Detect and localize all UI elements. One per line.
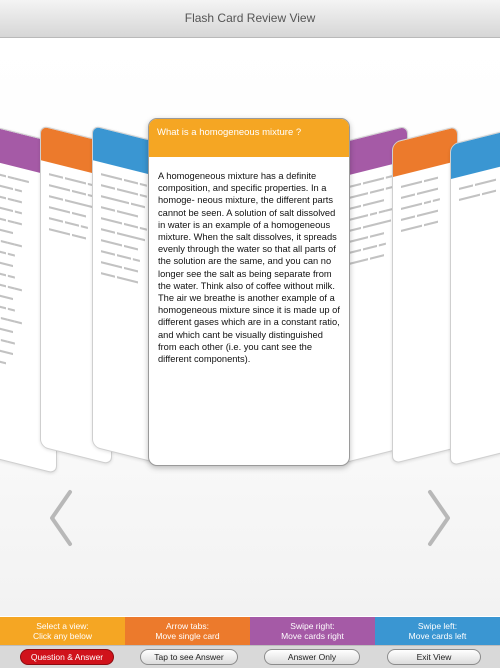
window-title: Flash Card Review View: [184, 11, 316, 25]
legend-line2: Click any below: [32, 631, 93, 641]
instruction-legend: Select a view: Click any below Arrow tab…: [0, 617, 500, 645]
main-flash-card[interactable]: What is a homogeneous mixture ? A homoge…: [148, 118, 350, 466]
card-question: What is a homogeneous mixture ?: [149, 119, 349, 157]
side-card-right-3[interactable]: ▬▬ ▬▬▬ ▬▬▬ ▬▬: [450, 123, 500, 467]
side-card-right-2[interactable]: ▬▬▬ ▬▬ ▬▬ ▬▬▬ ▬▬▬ ▬ ▬ ▬▬ ▬▬▬ ▬▬▬ ▬▬: [392, 125, 458, 465]
legend-line1: Swipe right:: [290, 621, 335, 631]
legend-swipe-left: Swipe left: Move cards left: [375, 617, 500, 645]
chevron-right-icon[interactable]: [424, 488, 454, 548]
view-mode-bar: Question & Answer Tap to see Answer Answ…: [0, 645, 500, 668]
legend-line1: Select a view:: [36, 621, 89, 631]
card-answer: A homogeneous mixture has a definite com…: [158, 171, 340, 365]
legend-arrow-tabs: Arrow tabs: Move single card: [125, 617, 250, 645]
card-carousel[interactable]: ▬▬ ▬ ▬▬ ▬▬▬▬ ▬ ▬▬ ▬▬ ▬▬ ▬ ▬ ▬▬ ▬▬ ▬▬▬ ▬ ▬▬ ▬▬ ▬ …: [0, 38, 500, 616]
chevron-left-icon[interactable]: [46, 488, 76, 548]
side-card-text: ▬▬▬ ▬▬ ▬▬ ▬▬▬ ▬▬▬ ▬ ▬ ▬▬ ▬▬▬ ▬▬▬ ▬▬: [401, 173, 440, 234]
exit-view-button[interactable]: Exit View: [387, 649, 481, 665]
legend-line2: Move cards right: [281, 631, 344, 641]
legend-line1: Arrow tabs:: [166, 621, 209, 631]
legend-line2: Move cards left: [408, 631, 467, 641]
legend-select-view: Select a view: Click any below: [0, 617, 125, 645]
legend-line1: Swipe left:: [417, 621, 458, 631]
answer-only-button[interactable]: Answer Only: [264, 649, 360, 665]
question-answer-button[interactable]: Question & Answer: [20, 649, 114, 665]
title-bar: Flash Card Review View: [0, 0, 500, 38]
tap-to-see-answer-button[interactable]: Tap to see Answer: [140, 649, 238, 665]
legend-swipe-right: Swipe right: Move cards right: [250, 617, 375, 645]
legend-line2: Move single card: [155, 631, 220, 641]
